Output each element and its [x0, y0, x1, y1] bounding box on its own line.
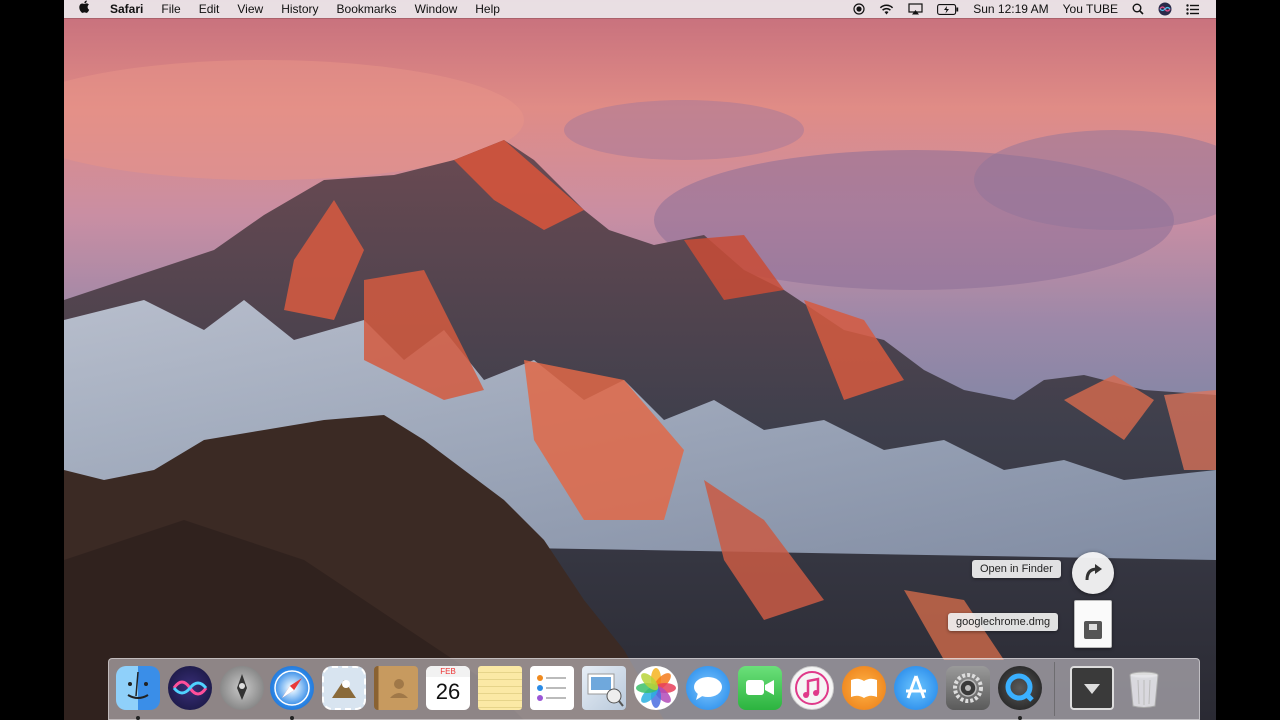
menu-history[interactable]: History [272, 0, 327, 18]
itunes-icon[interactable] [790, 666, 834, 710]
wifi-icon[interactable] [872, 4, 901, 15]
photos-icon[interactable] [634, 666, 678, 710]
facetime-icon[interactable] [738, 666, 782, 710]
menu-help[interactable]: Help [466, 0, 509, 18]
safari-icon[interactable] [270, 666, 314, 710]
app-store-icon[interactable] [894, 666, 938, 710]
menu-window[interactable]: Window [406, 0, 467, 18]
notes-icon[interactable] [478, 666, 522, 710]
trash-icon[interactable] [1122, 666, 1166, 710]
menu-bookmarks[interactable]: Bookmarks [328, 0, 406, 18]
notification-center-icon[interactable] [1179, 3, 1206, 15]
preview-icon[interactable] [582, 666, 626, 710]
launchpad-icon[interactable] [220, 666, 264, 710]
siri-icon[interactable] [168, 666, 212, 710]
quicktime-icon[interactable] [998, 666, 1042, 710]
system-preferences-icon[interactable] [946, 666, 990, 710]
reminders-icon[interactable] [530, 666, 574, 710]
ibooks-icon[interactable] [842, 666, 886, 710]
menu-file[interactable]: File [152, 0, 189, 18]
screen-record-icon[interactable] [846, 3, 872, 15]
curved-arrow-icon [1085, 564, 1102, 581]
mail-icon[interactable] [322, 666, 366, 710]
finder-running-indicator [136, 716, 140, 720]
downloads-stack-icon[interactable] [1070, 666, 1114, 710]
siri-menubar-icon[interactable] [1151, 2, 1179, 16]
safari-running-indicator [290, 716, 294, 720]
spotlight-search-icon[interactable] [1125, 3, 1151, 15]
app-menu-safari[interactable]: Safari [101, 0, 152, 18]
fast-user-switch[interactable]: You TUBE [1056, 0, 1125, 18]
calendar-icon[interactable]: FEB 26 [426, 666, 470, 710]
battery-icon[interactable] [930, 3, 966, 15]
menu-view[interactable]: View [228, 0, 272, 18]
menu-bar: Safari File Edit View History Bookmarks … [64, 0, 1216, 18]
messages-icon[interactable] [686, 666, 730, 710]
open-in-finder-label[interactable]: Open in Finder [972, 560, 1061, 578]
contacts-icon[interactable] [374, 666, 418, 710]
reveal-in-finder-button[interactable] [1072, 552, 1114, 594]
calendar-month: FEB [426, 666, 470, 677]
download-file-name: googlechrome.dmg [948, 613, 1059, 631]
dock-separator [1054, 662, 1055, 716]
dmg-file-icon[interactable] [1074, 600, 1112, 648]
apple-menu-icon[interactable] [64, 0, 101, 18]
calendar-day: 26 [435, 679, 461, 704]
airplay-icon[interactable] [901, 3, 930, 15]
menu-edit[interactable]: Edit [190, 0, 229, 18]
finder-icon[interactable] [116, 666, 160, 710]
desktop-wallpaper [64, 0, 1216, 720]
quicktime-running-indicator [1018, 716, 1022, 720]
menubar-clock[interactable]: Sun 12:19 AM [966, 0, 1055, 18]
desktop: Safari File Edit View History Bookmarks … [64, 0, 1216, 720]
